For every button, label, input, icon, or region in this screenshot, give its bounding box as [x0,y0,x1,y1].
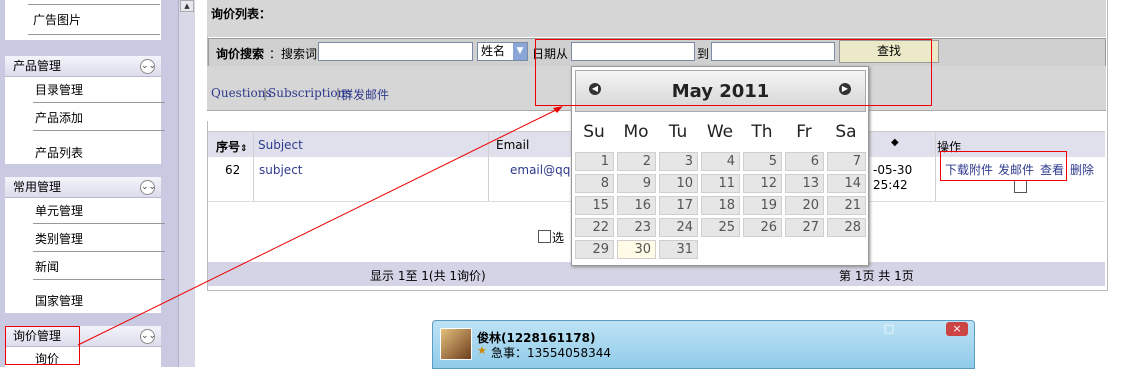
avatar[interactable] [440,328,472,360]
annotation-arrow [77,106,563,346]
star-icon: ★ [477,344,487,357]
close-button[interactable]: × [946,322,968,336]
contact-status: 急事：13554058344 [491,346,611,360]
maximize-button[interactable]: □ [878,322,900,336]
